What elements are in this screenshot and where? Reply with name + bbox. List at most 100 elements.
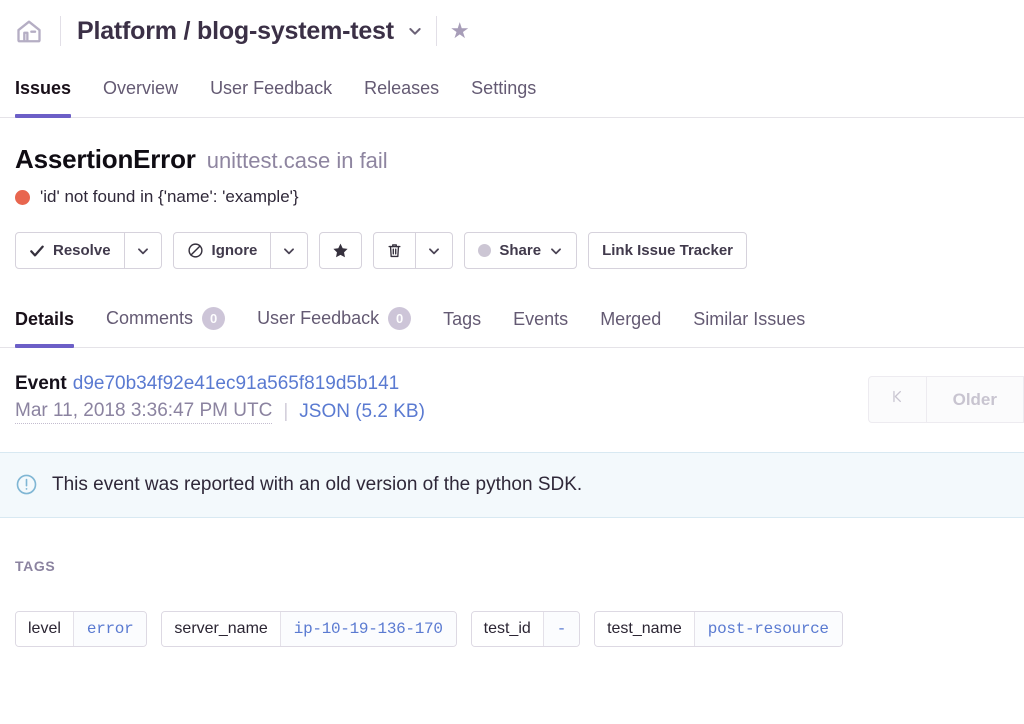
tab-user-feedback[interactable]: User Feedback 0 [257,307,412,347]
tab-similar-issues[interactable]: Similar Issues [693,309,805,347]
nav-item-releases[interactable]: Releases [364,78,439,117]
issue-header: AssertionError unittest.case in fail 'id… [0,118,1024,207]
tag-value[interactable]: ip-10-19-136-170 [279,611,456,646]
nav-item-user-feedback[interactable]: User Feedback [210,78,332,117]
ignore-button-label: Ignore [211,242,258,259]
tag-key: test_id [471,611,543,646]
tab-comments[interactable]: Comments 0 [106,307,226,347]
event-pagination: Older [867,376,1024,423]
tab-details[interactable]: Details [15,309,75,348]
resolve-button[interactable]: Resolve [15,232,125,269]
event-sub-line: Mar 11, 2018 3:36:47 PM UTC | JSON (5.2 … [15,400,425,424]
delete-button[interactable] [373,232,417,269]
tag-pill-test-name[interactable]: test_name post-resource [594,610,843,647]
ignore-button-group: Ignore [172,232,309,269]
tab-events[interactable]: Events [513,309,568,347]
nav-item-label: Issues [15,78,72,98]
nav-item-label: User Feedback [210,78,333,98]
issue-message-row: 'id' not found in {'name': 'example'} [15,187,1009,207]
tag-pill-test-id[interactable]: test_id - [470,610,581,647]
event-meta-text: Event d9e70b34f92e41ec91a565f819d5b141 Ma… [15,371,425,424]
tab-label: User Feedback [257,308,380,328]
issue-sub-navigation: Details Comments 0 User Feedback 0 Tags … [0,292,1024,348]
bookmark-star-icon[interactable]: ★ [450,20,470,42]
link-issue-tracker-button[interactable]: Link Issue Tracker [588,232,747,269]
chevron-down-icon [282,244,296,258]
comments-count-badge: 0 [202,307,226,330]
tab-label: Events [513,309,569,329]
tab-label: Merged [600,309,662,329]
nav-item-label: Overview [103,78,179,98]
main-navigation: Issues Overview User Feedback Releases S… [0,62,1024,118]
page-title: Platform / blog-system-test [77,16,394,45]
issue-type: AssertionError [15,144,196,174]
tag-key: server_name [162,611,280,646]
issue-message: 'id' not found in {'name': 'example'} [40,187,299,206]
check-icon [29,243,45,259]
sdk-version-banner: This event was reported with an old vers… [0,451,1024,518]
chevron-down-icon [549,244,563,258]
older-event-button[interactable]: Older [926,376,1024,423]
skip-to-first-icon [889,388,906,411]
tags-list: level error server_name ip-10-19-136-170… [15,610,1009,647]
chevron-down-icon [427,244,441,258]
project-chevron-down-icon[interactable] [407,23,423,39]
delete-dropdown-button[interactable] [416,232,454,269]
share-button-label: Share [499,242,542,259]
issue-title-row: AssertionError unittest.case in fail [15,144,1009,175]
tags-section: TAGS level error server_name ip-10-19-13… [0,518,1024,647]
resolve-button-group: Resolve [15,232,162,269]
first-event-button[interactable] [867,376,927,423]
resolve-button-label: Resolve [53,242,111,259]
event-label: Event [15,373,67,394]
older-button-label: Older [952,389,997,409]
org-header: Platform / blog-system-test ★ [0,0,1024,62]
star-icon [332,242,349,259]
tag-key: level [16,611,73,646]
tag-key: test_name [595,611,694,646]
share-button[interactable]: Share [464,232,578,269]
nav-item-issues[interactable]: Issues [15,78,72,118]
circle-slash-icon [187,242,204,259]
banner-text: This event was reported with an old vers… [52,473,583,495]
tab-label: Tags [443,309,482,329]
issue-culprit: unittest.case in fail [206,148,388,173]
tab-merged[interactable]: Merged [600,309,661,347]
issue-actions-toolbar: Resolve Ignore Share Link Issue Tracker [0,207,1024,269]
nav-item-label: Releases [364,78,440,98]
tag-value[interactable]: post-resource [693,611,842,646]
event-json-link[interactable]: JSON (5.2 KB) [299,401,425,423]
ignore-button[interactable]: Ignore [172,232,272,269]
tag-value[interactable]: - [542,611,580,646]
tab-label: Details [15,309,75,329]
tag-value[interactable]: error [72,611,147,646]
tab-label: Comments [106,308,194,328]
tags-section-label: TAGS [15,557,56,574]
event-id-link[interactable]: d9e70b34f92e41ec91a565f819d5b141 [73,373,400,394]
tag-pill-level[interactable]: level error [15,610,148,647]
circle-icon [478,244,492,257]
error-level-dot-icon [15,189,30,205]
ignore-dropdown-button[interactable] [271,232,309,269]
delete-button-group [373,232,454,269]
user-feedback-count-badge: 0 [388,307,412,330]
event-id-line: Event d9e70b34f92e41ec91a565f819d5b141 [15,371,425,397]
resolve-dropdown-button[interactable] [124,232,162,269]
header-divider-1 [60,16,61,46]
tag-pill-server-name[interactable]: server_name ip-10-19-136-170 [161,610,457,647]
nav-item-settings[interactable]: Settings [471,78,536,117]
tab-label: Similar Issues [693,309,806,329]
nav-item-overview[interactable]: Overview [103,78,178,117]
home-icon[interactable] [14,16,44,46]
info-circle-icon [15,473,38,496]
nav-item-label: Settings [471,78,537,98]
header-divider-2 [435,16,437,46]
event-meta-block: Event d9e70b34f92e41ec91a565f819d5b141 Ma… [0,348,1024,424]
meta-separator: | [283,400,289,422]
event-timestamp: Mar 11, 2018 3:36:47 PM UTC [15,400,273,424]
trash-icon [386,242,403,259]
tab-tags[interactable]: Tags [443,309,481,347]
chevron-down-icon [136,244,150,258]
bookmark-button[interactable] [319,232,363,269]
link-issue-tracker-label: Link Issue Tracker [602,242,733,259]
